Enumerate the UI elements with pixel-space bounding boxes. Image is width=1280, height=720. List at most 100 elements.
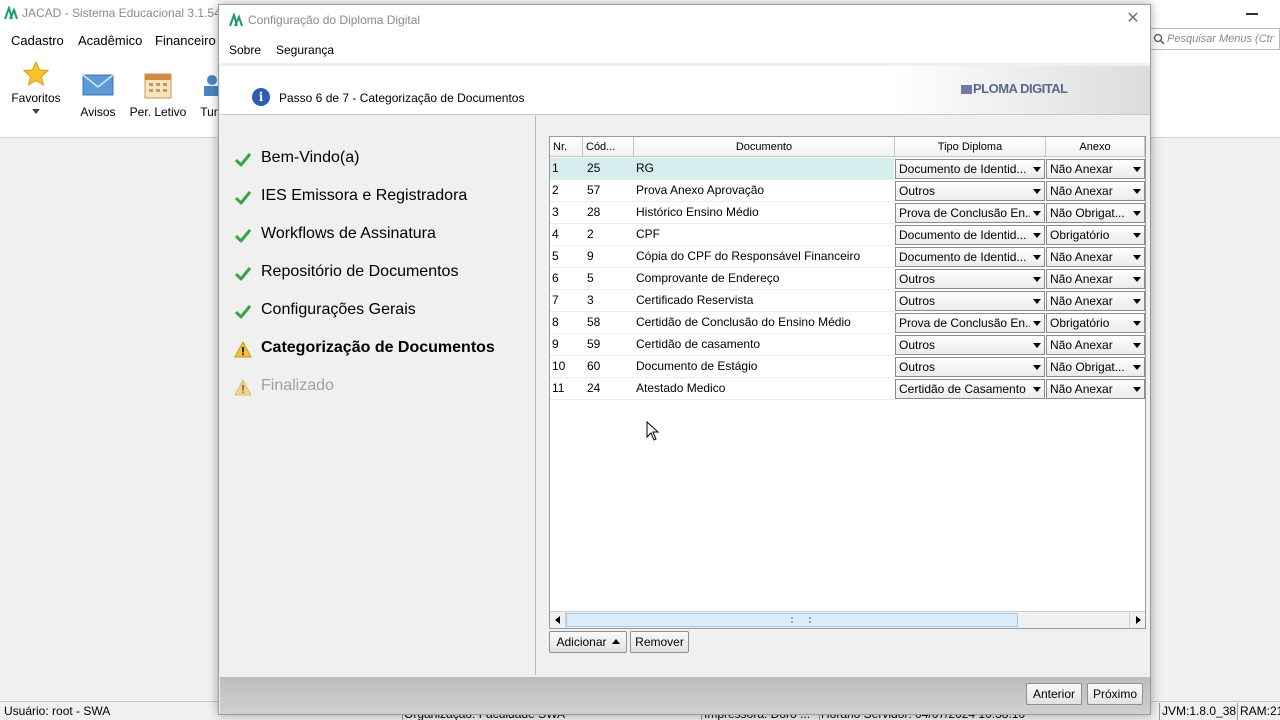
select-value: Prova de Conclusão En... bbox=[899, 206, 1030, 220]
add-button[interactable]: Adicionar bbox=[549, 631, 627, 653]
dropdown-arrow-icon bbox=[1133, 211, 1141, 216]
horizontal-scrollbar[interactable] bbox=[550, 611, 1145, 628]
select-value: Outros bbox=[899, 294, 936, 308]
menu-seguranca[interactable]: Segurança bbox=[276, 43, 334, 57]
tipo-diploma-select[interactable]: Documento de Identid... bbox=[895, 159, 1045, 179]
table-row[interactable]: 2 57 Prova Anexo Aprovação Outros Não Anexar bbox=[550, 180, 1145, 202]
mail-icon bbox=[82, 74, 114, 96]
check-icon bbox=[234, 267, 252, 281]
scroll-right-icon[interactable] bbox=[1129, 612, 1145, 628]
anexo-select[interactable]: Obrigatório bbox=[1046, 225, 1145, 245]
select-value: Documento de Identid... bbox=[899, 228, 1027, 242]
column-header-documento[interactable]: Documento bbox=[634, 137, 895, 157]
dropdown-arrow-icon bbox=[1133, 299, 1141, 304]
anexo-select[interactable]: Não Anexar bbox=[1046, 159, 1145, 179]
previous-button[interactable]: Anterior bbox=[1026, 683, 1082, 705]
select-value: Não Anexar bbox=[1050, 338, 1113, 352]
table-row[interactable]: 9 59 Certidão de casamento Outros Não Anexar bbox=[550, 334, 1145, 356]
column-header-cod[interactable]: Cód... bbox=[583, 137, 634, 157]
column-header-nr[interactable]: Nr. bbox=[550, 137, 583, 157]
anexo-select[interactable]: Não Obrigat... bbox=[1046, 203, 1145, 223]
select-value: Não Anexar bbox=[1050, 250, 1113, 264]
close-icon[interactable]: ✕ bbox=[1124, 10, 1142, 28]
table-row[interactable]: 4 2 CPF Documento de Identid... Obrigatório bbox=[550, 224, 1145, 246]
toolbar-per-letivo[interactable]: Per. Letivo bbox=[128, 60, 188, 119]
jacad-logo-icon bbox=[4, 6, 18, 20]
dropdown-arrow-icon bbox=[1133, 365, 1141, 370]
tipo-diploma-select[interactable]: Outros bbox=[895, 269, 1045, 289]
tipo-diploma-select[interactable]: Documento de Identid... bbox=[895, 225, 1045, 245]
wizard-footer: Anterior Próximo bbox=[220, 677, 1150, 714]
anexo-select[interactable]: Não Obrigat... bbox=[1046, 357, 1145, 377]
dropdown-arrow-icon bbox=[1133, 387, 1141, 392]
dropdown-arrow-icon bbox=[1133, 277, 1141, 282]
toolbar-turmas[interactable]: Tur bbox=[200, 60, 218, 119]
column-header-tipo-diploma[interactable]: Tipo Diploma bbox=[895, 137, 1046, 157]
table-row[interactable]: 3 28 Histórico Ensino Médio Prova de Conclu… bbox=[550, 202, 1145, 224]
table-row[interactable]: 5 9 Cópia do CPF do Responsável Financeiro… bbox=[550, 246, 1145, 268]
mouse-cursor-icon bbox=[646, 421, 660, 441]
tipo-diploma-select[interactable]: Outros bbox=[895, 357, 1045, 377]
toolbar-avisos[interactable]: Avisos bbox=[78, 60, 118, 119]
step-label: IES Emissora e Registradora bbox=[261, 187, 468, 204]
cell-nr: 9 bbox=[550, 334, 583, 356]
anexo-select[interactable]: Não Anexar bbox=[1046, 291, 1145, 311]
cell-documento: Cópia do CPF do Responsável Financeiro bbox=[634, 246, 894, 268]
dropdown-arrow-icon bbox=[1033, 387, 1041, 392]
anexo-select[interactable]: Obrigatório bbox=[1046, 313, 1145, 333]
dropdown-arrow-icon bbox=[1133, 233, 1141, 238]
column-header-anexo[interactable]: Anexo bbox=[1046, 137, 1145, 157]
menu-search-input[interactable]: Pesquisar Menus (Ctr bbox=[1150, 28, 1280, 50]
info-icon: i bbox=[252, 88, 270, 106]
tipo-diploma-select[interactable]: Documento de Identid... bbox=[895, 247, 1045, 267]
cell-cod: 58 bbox=[583, 312, 634, 334]
tipo-diploma-select[interactable]: Outros bbox=[895, 291, 1045, 311]
scrollbar-thumb[interactable] bbox=[566, 613, 1018, 627]
cell-nr: 7 bbox=[550, 290, 583, 312]
menu-financeiro[interactable]: Financeiro bbox=[155, 33, 216, 48]
anexo-select[interactable]: Não Anexar bbox=[1046, 181, 1145, 201]
tipo-diploma-select[interactable]: Prova de Conclusão En... bbox=[895, 313, 1045, 333]
scroll-left-icon[interactable] bbox=[550, 612, 566, 628]
next-button[interactable]: Próximo bbox=[1087, 683, 1143, 705]
table-row[interactable]: 6 5 Comprovante de Endereço Outros Não Anexa… bbox=[550, 268, 1145, 290]
step-label: Categorização de Documentos bbox=[261, 339, 495, 356]
menu-cadastro[interactable]: Cadastro bbox=[11, 33, 64, 48]
status-user: Usuário: root - SWA bbox=[4, 704, 111, 718]
anexo-select[interactable]: Não Anexar bbox=[1046, 269, 1145, 289]
anexo-select[interactable]: Não Anexar bbox=[1046, 379, 1145, 399]
chevron-down-icon bbox=[32, 109, 40, 114]
cell-documento: RG bbox=[634, 158, 894, 180]
cell-cod: 59 bbox=[583, 334, 634, 356]
table-row[interactable]: 8 58 Certidão de Conclusão do Ensino Médio… bbox=[550, 312, 1145, 334]
cell-documento: Comprovante de Endereço bbox=[634, 268, 894, 290]
tipo-diploma-select[interactable]: Outros bbox=[895, 181, 1045, 201]
cell-documento: CPF bbox=[634, 224, 894, 246]
cell-cod: 2 bbox=[583, 224, 634, 246]
tipo-diploma-select[interactable]: Outros bbox=[895, 335, 1045, 355]
anexo-select[interactable]: Não Anexar bbox=[1046, 335, 1145, 355]
menu-academico[interactable]: Acadêmico bbox=[78, 33, 142, 48]
anexo-select[interactable]: Não Anexar bbox=[1046, 247, 1145, 267]
menu-sobre[interactable]: Sobre bbox=[229, 43, 261, 57]
jacad-logo-icon bbox=[229, 13, 243, 27]
check-icon bbox=[234, 153, 252, 167]
dropdown-arrow-icon bbox=[1133, 255, 1141, 260]
table-row[interactable]: 7 3 Certificado Reservista Outros Não Anexar bbox=[550, 290, 1145, 312]
select-value: Documento de Identid... bbox=[899, 250, 1027, 264]
tipo-diploma-select[interactable]: Prova de Conclusão En... bbox=[895, 203, 1045, 223]
table-row[interactable]: 1 25 RG Documento de Identid... Não Anexar bbox=[550, 158, 1145, 180]
select-value: Não Anexar bbox=[1050, 272, 1113, 286]
minimize-icon[interactable] bbox=[1246, 13, 1258, 15]
table-row[interactable]: 11 24 Atestado Medico Certidão de Casamento… bbox=[550, 378, 1145, 400]
tipo-diploma-select[interactable]: Certidão de Casamento bbox=[895, 379, 1045, 399]
table-row[interactable]: 10 60 Documento de Estágio Outros Não Obriga… bbox=[550, 356, 1145, 378]
cell-cod: 28 bbox=[583, 202, 634, 224]
select-value: Certidão de Casamento bbox=[899, 382, 1026, 396]
cell-cod: 9 bbox=[583, 246, 634, 268]
remove-button[interactable]: Remover bbox=[630, 631, 689, 653]
toolbar-favoritos[interactable]: Favoritos bbox=[10, 60, 62, 119]
cell-documento: Documento de Estágio bbox=[634, 356, 894, 378]
select-value: Outros bbox=[899, 360, 936, 374]
select-value: Outros bbox=[899, 184, 936, 198]
